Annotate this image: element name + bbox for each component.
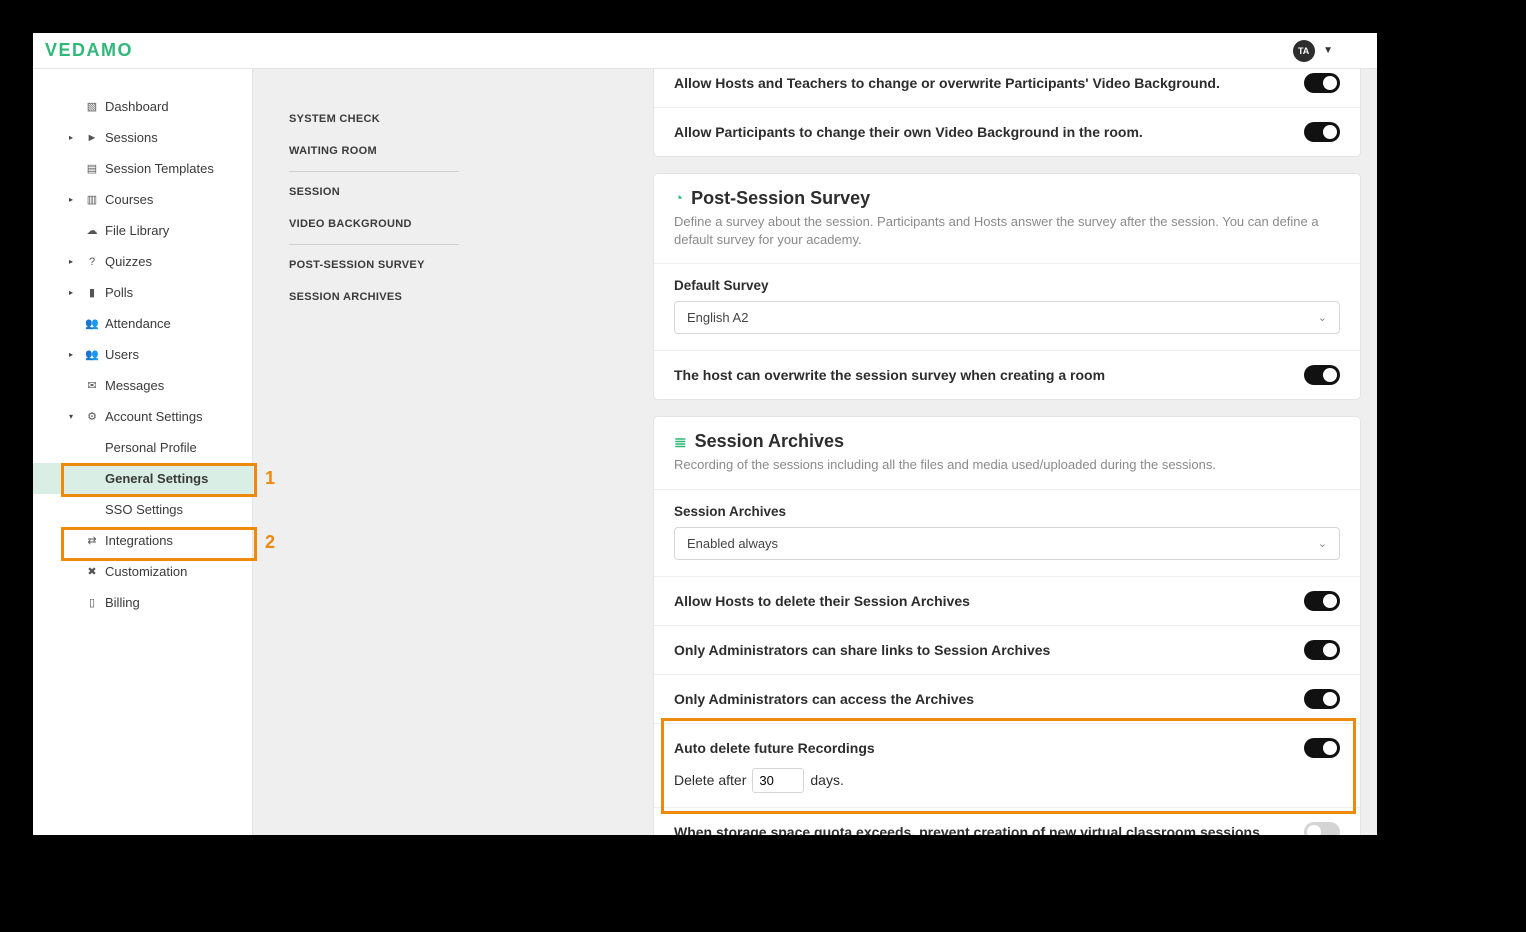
sidebar-item-label: Session Templates <box>83 161 214 176</box>
primary-sidebar: ▧Dashboard▸►Sessions▤Session Templates▸▥… <box>33 69 253 835</box>
setting-label: Allow Hosts and Teachers to change or ov… <box>674 75 1304 91</box>
sidebar-item-label: SSO Settings <box>105 502 183 517</box>
sidebar-subitem-general-settings[interactable]: General Settings <box>33 463 252 494</box>
people-icon: 👥 <box>85 348 99 362</box>
setting-label: Only Administrators can share links to S… <box>674 642 1304 658</box>
cloud-icon: ☁ <box>85 224 99 238</box>
play-icon: ► <box>85 131 99 145</box>
divider <box>289 244 459 245</box>
panel-title: Session Archives <box>695 431 844 452</box>
dashboard-icon: ▧ <box>85 100 99 114</box>
caret-right-icon: ▸ <box>69 195 73 204</box>
panel-post-session-survey: ◔ Post-Session Survey Define a survey ab… <box>653 173 1361 400</box>
annotation-number-2: 2 <box>265 532 275 553</box>
setting-label: Allow Participants to change their own V… <box>674 124 1304 140</box>
pie-chart-icon: ◔ <box>674 190 683 207</box>
toggle-admin-access-only[interactable] <box>1304 689 1340 709</box>
delete-after-days-input[interactable] <box>752 768 804 793</box>
settings-content: Allow Hosts and Teachers to change or ov… <box>653 69 1377 835</box>
delete-after-prefix: Delete after <box>674 772 746 788</box>
tools-icon: ✖ <box>85 565 99 579</box>
layers-icon: ≣ <box>674 433 687 451</box>
caret-right-icon: ▸ <box>69 350 73 359</box>
sidebar-item-polls[interactable]: ▸▮Polls <box>33 277 252 308</box>
panel-title: Post-Session Survey <box>691 188 870 209</box>
chevron-down-icon: ⌄ <box>1318 537 1327 550</box>
secnav-session[interactable]: Session <box>289 176 637 208</box>
sidebar-item-users[interactable]: ▸👥Users <box>33 339 252 370</box>
sidebar-item-file-library[interactable]: ☁File Library <box>33 215 252 246</box>
setting-label: When storage space quota exceeds, preven… <box>674 824 1304 835</box>
book-icon: ▥ <box>85 193 99 207</box>
mail-icon: ✉ <box>85 379 99 393</box>
toggle-quota-prevent[interactable] <box>1304 822 1340 835</box>
setting-label: Auto delete future Recordings <box>674 740 1304 756</box>
secnav-system-check[interactable]: System Check <box>289 103 637 135</box>
chevron-down-icon: ⌄ <box>1318 311 1327 324</box>
setting-label: Only Administrators can access the Archi… <box>674 691 1304 707</box>
toggle-auto-delete[interactable] <box>1304 738 1340 758</box>
caret-right-icon: ▸ <box>69 257 73 266</box>
toggle-host-overwrite-survey[interactable] <box>1304 365 1340 385</box>
sidebar-item-sessions[interactable]: ▸►Sessions <box>33 122 252 153</box>
sidebar-item-customization[interactable]: ✖Customization <box>33 556 252 587</box>
integrations-icon: ⇄ <box>85 534 99 548</box>
sidebar-item-dashboard[interactable]: ▧Dashboard <box>33 91 252 122</box>
app-header: VEDAMO TA ▼ <box>33 33 1377 69</box>
brand-logo: VEDAMO <box>41 40 133 61</box>
toggle-host-change-bg[interactable] <box>1304 73 1340 93</box>
people-icon: 👥 <box>85 317 99 331</box>
session-archives-select[interactable]: Enabled always ⌄ <box>674 527 1340 560</box>
select-value: Enabled always <box>687 536 778 551</box>
caret-down-icon: ▾ <box>69 412 73 421</box>
secnav-waiting-room[interactable]: Waiting Room <box>289 135 637 167</box>
sidebar-item-label: Account Settings <box>83 409 203 424</box>
sidebar-subitem-sso-settings[interactable]: SSO Settings <box>33 494 252 525</box>
template-icon: ▤ <box>85 162 99 176</box>
panel-description: Define a survey about the session. Parti… <box>674 213 1340 249</box>
sidebar-item-label: General Settings <box>105 471 208 486</box>
billing-icon: ▯ <box>85 596 99 610</box>
sidebar-item-billing[interactable]: ▯Billing <box>33 587 252 618</box>
divider <box>289 171 459 172</box>
setting-label: Allow Hosts to delete their Session Arch… <box>674 593 1304 609</box>
help-icon: ? <box>85 255 99 269</box>
panel-video-background: Allow Hosts and Teachers to change or ov… <box>653 69 1361 157</box>
toggle-participant-change-bg[interactable] <box>1304 122 1340 142</box>
gear-icon: ⚙ <box>85 410 99 424</box>
sidebar-item-label: Personal Profile <box>105 440 197 455</box>
panel-session-archives: ≣ Session Archives Recording of the sess… <box>653 416 1361 835</box>
annotation-number-1: 1 <box>265 468 275 489</box>
toggle-hosts-delete-archives[interactable] <box>1304 591 1340 611</box>
poll-icon: ▮ <box>85 286 99 300</box>
sidebar-item-courses[interactable]: ▸▥Courses <box>33 184 252 215</box>
caret-down-icon: ▼ <box>1323 45 1333 56</box>
sidebar-item-integrations[interactable]: ⇄Integrations <box>33 525 252 556</box>
sidebar-item-attendance[interactable]: 👥Attendance <box>33 308 252 339</box>
default-survey-label: Default Survey <box>674 278 1340 293</box>
user-menu[interactable]: TA ▼ <box>1293 40 1333 62</box>
sidebar-item-messages[interactable]: ✉Messages <box>33 370 252 401</box>
secnav-video-background[interactable]: Video Background <box>289 208 637 240</box>
setting-label: The host can overwrite the session surve… <box>674 367 1304 383</box>
secondary-nav: System CheckWaiting Room SessionVideo Bac… <box>253 69 653 835</box>
sidebar-item-account-settings[interactable]: ▾ ⚙Account Settings <box>33 401 252 432</box>
caret-right-icon: ▸ <box>69 133 73 142</box>
delete-after-suffix: days. <box>810 772 843 788</box>
sidebar-item-quizzes[interactable]: ▸?Quizzes <box>33 246 252 277</box>
secnav-session-archives[interactable]: Session Archives <box>289 281 637 313</box>
sidebar-subitem-personal-profile[interactable]: Personal Profile <box>33 432 252 463</box>
sidebar-item-session-templates[interactable]: ▤Session Templates <box>33 153 252 184</box>
user-avatar-initials: TA <box>1293 40 1315 62</box>
default-survey-select[interactable]: English A2 ⌄ <box>674 301 1340 334</box>
session-archives-select-label: Session Archives <box>674 504 1340 519</box>
select-value: English A2 <box>687 310 748 325</box>
toggle-admin-share-only[interactable] <box>1304 640 1340 660</box>
panel-description: Recording of the sessions including all … <box>674 456 1340 474</box>
secnav-post-session-survey[interactable]: Post-Session Survey <box>289 249 637 281</box>
caret-right-icon: ▸ <box>69 288 73 297</box>
